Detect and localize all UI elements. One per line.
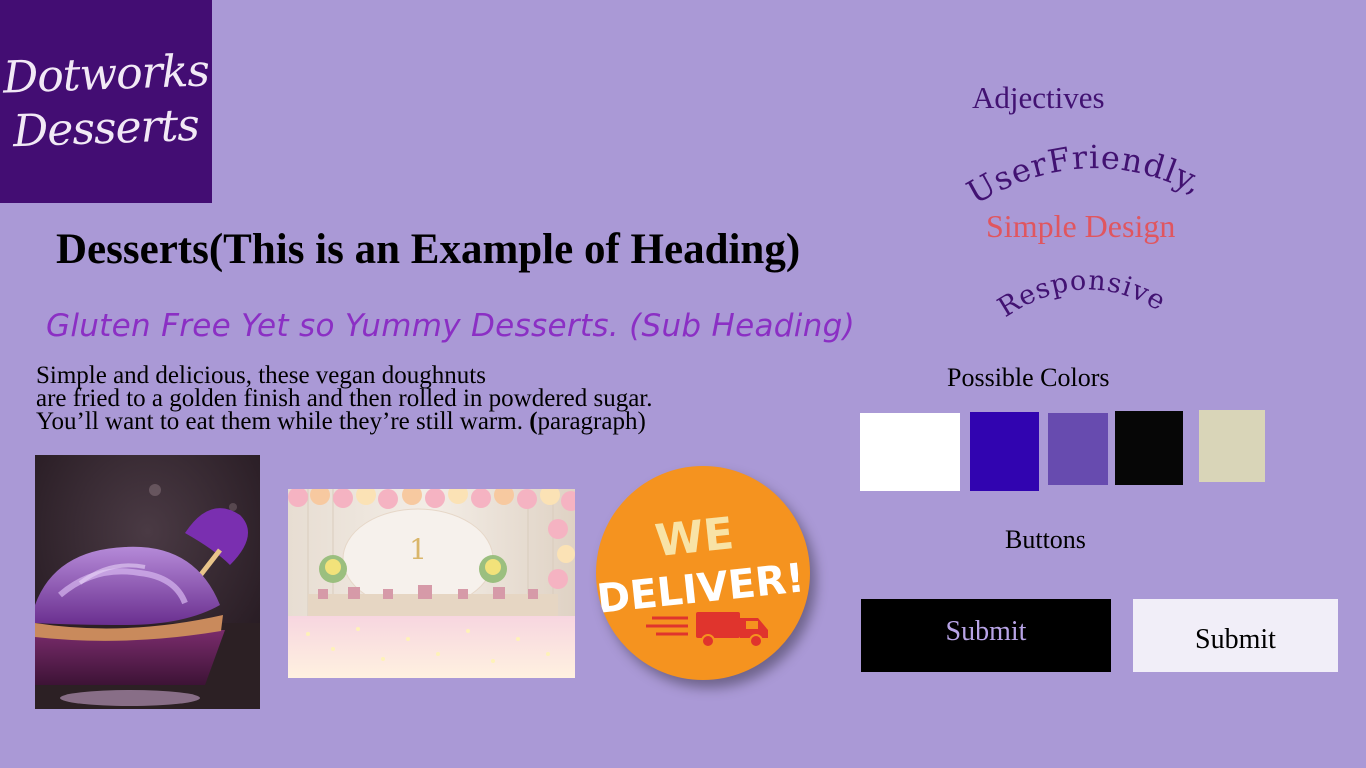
paragraph-line-3-text: You’ll want to eat them while they’re st… xyxy=(36,408,523,435)
description-paragraph: Simple and delicious, these vegan doughn… xyxy=(36,362,816,435)
truck-icon xyxy=(646,612,768,648)
logo-line-1: Dotworks xyxy=(2,44,210,104)
brand-logo: Dotworks Desserts xyxy=(0,0,212,203)
logo-line-2: Desserts xyxy=(12,99,200,157)
badge-we-text: WE xyxy=(653,508,736,567)
submit-button-dark[interactable]: Submit xyxy=(861,599,1111,672)
page-heading: Desserts(This is an Example of Heading) xyxy=(56,226,801,273)
color-swatch-purple xyxy=(1048,413,1108,485)
submit-button-light[interactable]: Submit xyxy=(1133,599,1338,672)
adjective-user-friendly: UserFriendly, xyxy=(960,138,1208,212)
colors-title: Possible Colors xyxy=(947,363,1110,392)
paragraph-line-2: are fried to a golden finish and then ro… xyxy=(36,385,653,412)
adjective-simple-design: Simple Design xyxy=(986,208,1176,244)
paragraph-line-3: You’ll want to eat them while they’re st… xyxy=(36,408,816,435)
color-swatch-white xyxy=(860,413,960,491)
adjectives-title: Adjectives xyxy=(972,80,1105,115)
color-swatch-cream xyxy=(1199,410,1265,482)
color-swatch-black xyxy=(1115,411,1183,485)
buttons-title: Buttons xyxy=(1005,525,1086,554)
svg-text:UserFriendly,: UserFriendly, xyxy=(960,138,1209,212)
page-subheading: Gluten Free Yet so Yummy Desserts. (Sub … xyxy=(46,308,856,344)
we-deliver-badge: WE DELIVER! xyxy=(596,466,818,688)
color-swatch-indigo xyxy=(970,412,1039,491)
dessert-table-image: 1 xyxy=(288,489,575,678)
paragraph-paren-rest: paragraph) xyxy=(537,408,646,435)
design-board: Dotworks Desserts Desserts(This is an Ex… xyxy=(0,0,1366,768)
svg-text:1: 1 xyxy=(409,533,427,566)
cupcake-image xyxy=(35,455,260,709)
svg-text:Responsive: Responsive xyxy=(993,265,1172,323)
adjective-responsive: Responsive xyxy=(993,265,1171,323)
paragraph-line-1: Simple and delicious, these vegan doughn… xyxy=(36,362,486,389)
paragraph-paren-open: ( xyxy=(522,408,538,435)
badge-circle: WE DELIVER! xyxy=(596,466,810,680)
